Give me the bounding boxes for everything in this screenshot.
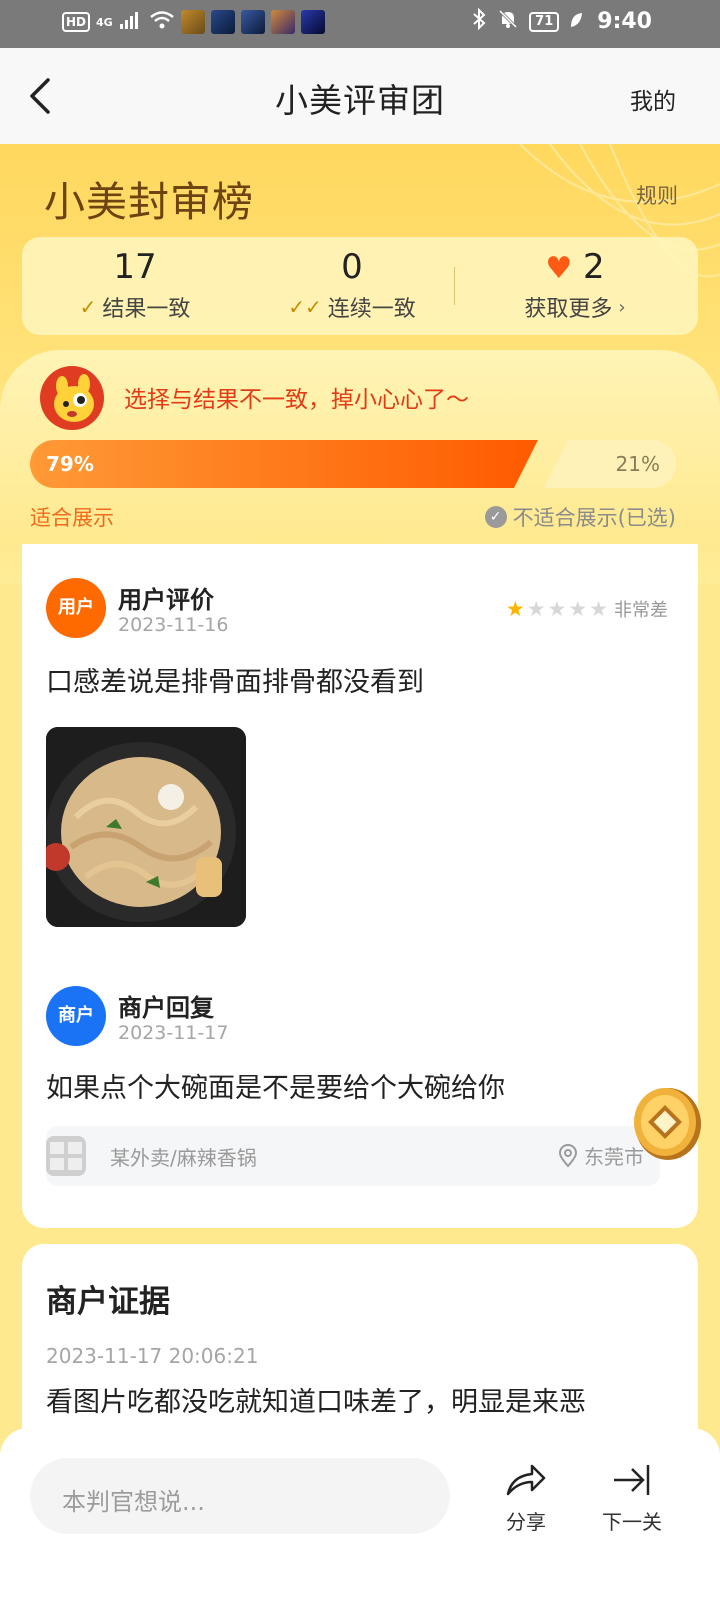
reply-text: 如果点个大碗面是不是要给个大碗给你 xyxy=(46,1073,505,1104)
page-title: 小美评审团 xyxy=(275,81,445,120)
option-unsuitable-label: 不适合展示(已选) xyxy=(512,506,676,530)
share-button[interactable]: 分享 xyxy=(496,1460,556,1535)
shop-name: 某外卖/麻辣香锅 xyxy=(110,1146,257,1170)
heart-icon: ♥ xyxy=(545,251,573,286)
wifi-icon xyxy=(149,10,175,34)
review-title: 用户评价 xyxy=(118,586,214,614)
hd-indicator: HD xyxy=(62,12,91,32)
star-icon: ★ xyxy=(589,597,608,621)
app-notification-icon xyxy=(210,10,235,34)
shop-thumbnail xyxy=(46,1136,86,1176)
reply-date: 2023-11-17 xyxy=(118,1022,229,1044)
next-label: 下一关 xyxy=(602,1510,662,1534)
option-suitable[interactable]: 适合展示 xyxy=(30,502,114,532)
review-date: 2023-11-16 xyxy=(118,614,229,636)
comment-input[interactable]: 本判官想说... xyxy=(30,1458,450,1534)
status-right: 71 9:40 xyxy=(471,7,652,35)
battery-level: 71 xyxy=(529,11,560,32)
stat-streak: 0 ✓✓ 连续一致 xyxy=(272,247,432,323)
streak-count: 0 xyxy=(341,247,363,287)
rating-stars: ★ ★ ★ ★ ★ 非常差 xyxy=(506,596,668,622)
star-icon: ★ xyxy=(526,597,546,621)
stats-panel: 17 ✓ 结果一致 0 ✓✓ 连续一致 ♥ 2 获取更多 › xyxy=(22,237,698,335)
suitable-percent: 79% xyxy=(46,452,94,476)
selected-check-icon: ✓ xyxy=(484,506,507,528)
consistent-count: 17 xyxy=(113,247,157,287)
user-avatar: 用户 xyxy=(46,578,106,638)
rating-label: 非常差 xyxy=(614,600,668,621)
app-notification-icon xyxy=(300,10,325,34)
bottom-action-bar: 本判官想说... 分享 下一关 xyxy=(0,1428,720,1600)
review-photo[interactable] xyxy=(46,727,246,927)
review-text: 口感差说是排骨面排骨都没看到 xyxy=(46,667,424,698)
bluetooth-icon xyxy=(471,7,487,35)
evidence-title: 商户证据 xyxy=(46,1284,170,1320)
double-check-icon: ✓✓ xyxy=(288,295,322,319)
stat-consistent: 17 ✓ 结果一致 xyxy=(60,247,210,323)
mismatch-alert: 选择与结果不一致，掉小心心了～ xyxy=(124,387,469,413)
divider xyxy=(454,267,455,305)
coin-icon xyxy=(634,1088,701,1160)
network-type: 4G xyxy=(96,15,113,29)
next-level-button[interactable]: 下一关 xyxy=(596,1460,668,1535)
review-card: 用户 用户评价 2023-11-16 ★ ★ ★ ★ ★ 非常差 口感差说是排骨… xyxy=(22,544,698,1228)
nav-bar: 小美评审团 我的 xyxy=(0,48,720,144)
noodle-dish-image xyxy=(46,727,246,927)
brand-logo-text: 小美封审榜 xyxy=(44,178,254,226)
status-bar: HD 4G 71 9:40 xyxy=(0,0,720,48)
app-notification-icon xyxy=(270,10,295,34)
stat-hearts[interactable]: ♥ 2 获取更多 › xyxy=(500,247,650,323)
get-more-label: 获取更多 xyxy=(524,297,613,322)
check-icon: ✓ xyxy=(79,295,97,319)
shop-info-bar[interactable]: 某外卖/麻辣香锅 东莞市 xyxy=(46,1126,660,1186)
clock: 9:40 xyxy=(597,9,652,34)
reply-title: 商户回复 xyxy=(118,994,214,1022)
hearts-count: 2 xyxy=(583,247,605,287)
leaf-icon xyxy=(569,10,583,34)
star-icon: ★ xyxy=(505,597,525,621)
status-left: HD 4G xyxy=(62,10,325,34)
signal-icon xyxy=(119,10,143,34)
share-icon xyxy=(506,1464,546,1496)
evidence-text: 看图片吃都没吃就知道口味差了，明显是来恶 xyxy=(46,1387,586,1418)
chevron-right-icon: › xyxy=(618,296,626,318)
evidence-time: 2023-11-17 20:06:21 xyxy=(46,1344,259,1368)
share-label: 分享 xyxy=(506,1510,546,1534)
app-notification-icon xyxy=(240,10,265,34)
coin-reward-button[interactable] xyxy=(628,1082,702,1162)
streak-label: 连续一致 xyxy=(327,297,416,322)
merchant-avatar: 商户 xyxy=(46,986,106,1046)
option-unsuitable[interactable]: ✓ 不适合展示(已选) xyxy=(484,502,676,532)
unsuitable-percent: 21% xyxy=(615,452,660,476)
next-arrow-icon xyxy=(614,1465,650,1495)
star-icon: ★ xyxy=(547,597,567,621)
mascot-avatar xyxy=(40,366,104,430)
mute-bell-icon xyxy=(497,8,519,35)
location-pin-icon xyxy=(558,1143,578,1168)
app-notification-icon xyxy=(180,10,205,34)
consistent-label: 结果一致 xyxy=(102,297,191,322)
rules-link[interactable]: 规则 xyxy=(636,180,678,210)
my-link[interactable]: 我的 xyxy=(630,82,676,116)
star-icon: ★ xyxy=(568,597,588,621)
vote-bar-suitable: 79% xyxy=(30,440,538,488)
